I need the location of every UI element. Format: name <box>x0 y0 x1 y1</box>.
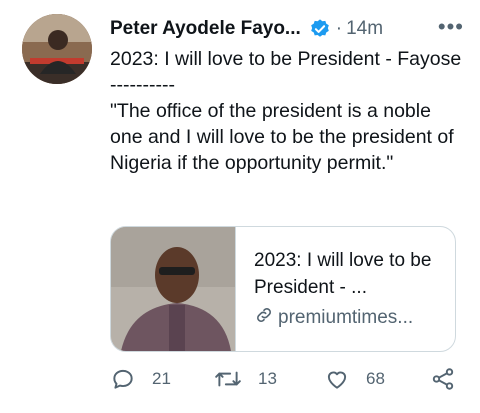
link-preview-title: 2023: I will love to be President - ... <box>254 250 432 298</box>
heart-icon <box>327 371 347 389</box>
like-button[interactable]: 68 <box>324 366 385 392</box>
reply-icon <box>113 369 133 389</box>
tweet-timestamp[interactable]: 14m <box>346 18 383 40</box>
retweet-icon <box>215 371 241 387</box>
retweet-button[interactable]: 13 <box>214 366 277 392</box>
more-options-icon[interactable]: ••• <box>438 16 464 38</box>
header-separator: · <box>335 18 343 39</box>
verified-badge-icon <box>309 18 331 40</box>
link-icon <box>254 305 278 331</box>
tweet-line-divider: ---------- <box>110 74 175 96</box>
tweet-actions-bar: 21 13 68 <box>110 366 460 396</box>
reply-count: 21 <box>152 369 171 388</box>
reply-button[interactable]: 21 <box>110 366 171 392</box>
tweet-header: Peter Ayodele Fayo... · 14m ••• <box>110 16 464 42</box>
tweet-line-quote: "The office of the president is a noble … <box>110 100 454 174</box>
like-count: 68 <box>366 369 385 388</box>
share-button[interactable] <box>430 366 472 392</box>
author-name[interactable]: Peter Ayodele Fayo... <box>110 18 301 40</box>
link-preview-domain-row: premiumtimes... <box>254 305 443 331</box>
link-preview-image <box>111 227 236 351</box>
share-icon <box>432 368 454 390</box>
author-avatar[interactable] <box>22 14 92 84</box>
tweet-line-headline: 2023: I will love to be President - Fayo… <box>110 48 462 70</box>
link-preview-card[interactable]: 2023: I will love to be President - ... … <box>110 226 456 352</box>
link-preview-domain: premiumtimes... <box>278 307 414 328</box>
retweet-count: 13 <box>258 369 277 388</box>
tweet-text: 2023: I will love to be President - Fayo… <box>110 46 462 176</box>
